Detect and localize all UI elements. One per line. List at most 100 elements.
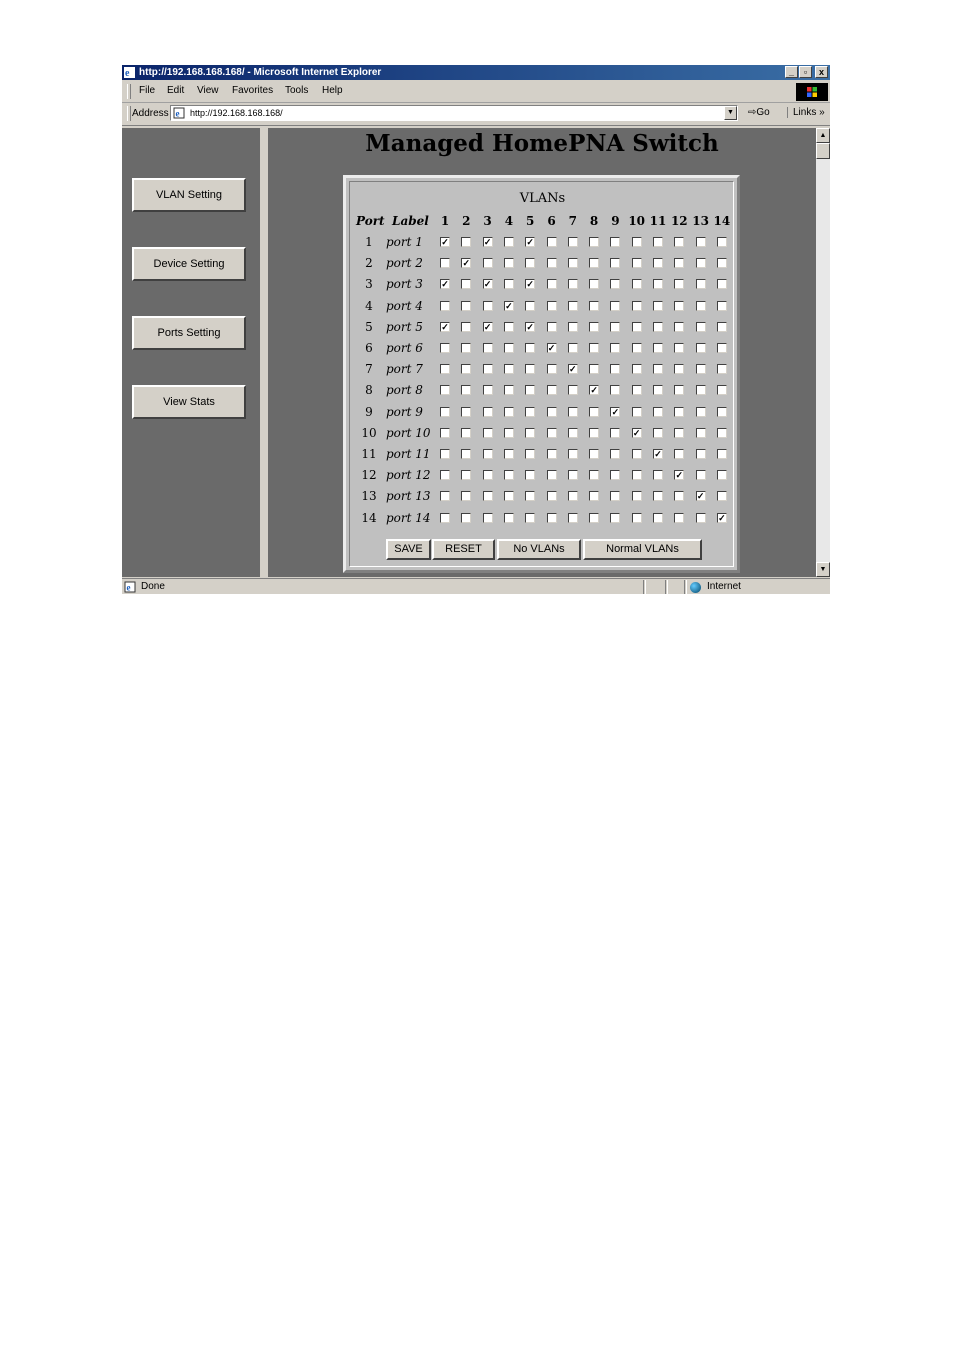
vlan-checkbox[interactable] <box>525 343 536 353</box>
vlan-checkbox[interactable] <box>567 385 578 396</box>
vlan-checkbox[interactable] <box>461 406 472 417</box>
vlan-checkbox[interactable] <box>716 406 727 417</box>
vlan-checkbox[interactable] <box>482 385 493 396</box>
vlan-checkbox[interactable] <box>610 427 621 438</box>
vlan-checkbox[interactable] <box>440 300 450 311</box>
vlan-checkbox[interactable] <box>567 512 578 523</box>
vlan-checkbox[interactable] <box>440 385 450 396</box>
vlan-checkbox[interactable] <box>695 258 706 269</box>
vlan-checkbox[interactable] <box>525 427 536 438</box>
vlan-checkbox[interactable] <box>631 449 642 459</box>
vlan-checkbox[interactable] <box>503 512 514 523</box>
vlan-checkbox[interactable] <box>674 300 685 311</box>
vlan-checkbox[interactable] <box>482 512 493 523</box>
links-button[interactable]: Links » <box>787 107 825 118</box>
vlan-checkbox[interactable] <box>653 343 663 353</box>
vlan-checkbox[interactable] <box>440 427 450 438</box>
vlan-checkbox[interactable] <box>482 406 493 417</box>
vlan-checkbox[interactable] <box>440 343 450 353</box>
vlan-checkbox[interactable] <box>674 427 685 438</box>
vlan-checkbox[interactable] <box>482 343 493 353</box>
vlan-checkbox[interactable] <box>631 279 642 290</box>
vlan-checkbox[interactable] <box>525 512 536 523</box>
vlan-checkbox[interactable] <box>546 512 557 523</box>
vlan-checkbox[interactable]: ✓ <box>461 258 472 269</box>
vlan-checkbox[interactable] <box>546 279 557 290</box>
vlan-checkbox[interactable] <box>631 491 642 502</box>
toolbar-grip[interactable] <box>127 106 131 121</box>
vlan-checkbox[interactable]: ✓ <box>525 321 536 332</box>
scroll-down-icon[interactable]: ▼ <box>816 562 830 577</box>
vlan-checkbox[interactable] <box>440 512 450 523</box>
vlan-checkbox[interactable] <box>546 406 557 417</box>
vlan-checkbox[interactable] <box>631 300 642 311</box>
vlan-checkbox[interactable] <box>610 364 621 375</box>
vlan-checkbox[interactable] <box>653 427 663 438</box>
address-dropdown-arrow-icon[interactable]: ▼ <box>724 106 737 120</box>
vlan-checkbox[interactable] <box>610 321 621 332</box>
vlan-checkbox[interactable] <box>589 406 600 417</box>
vlan-checkbox[interactable] <box>631 512 642 523</box>
vlan-checkbox[interactable] <box>653 321 663 332</box>
vlan-checkbox[interactable] <box>631 343 642 353</box>
vlan-checkbox[interactable] <box>567 449 578 459</box>
vlan-checkbox[interactable] <box>461 427 472 438</box>
vlan-checkbox[interactable] <box>610 279 621 290</box>
vlan-checkbox[interactable] <box>716 258 727 269</box>
save-button[interactable]: SAVE <box>386 539 431 560</box>
close-button[interactable]: x <box>815 66 828 78</box>
vlan-checkbox[interactable] <box>589 258 600 269</box>
vlan-checkbox[interactable] <box>503 343 514 353</box>
vlan-checkbox[interactable] <box>674 512 685 523</box>
vlan-checkbox[interactable] <box>440 406 450 417</box>
vlan-checkbox[interactable] <box>589 237 600 247</box>
vlan-checkbox[interactable] <box>716 279 727 290</box>
vlan-checkbox[interactable] <box>716 449 727 459</box>
vlan-checkbox[interactable] <box>461 279 472 290</box>
vlan-checkbox[interactable] <box>440 491 450 502</box>
vlan-checkbox[interactable] <box>525 470 536 481</box>
vlan-checkbox[interactable] <box>716 385 727 396</box>
vlan-checkbox[interactable] <box>503 385 514 396</box>
vlan-checkbox[interactable] <box>546 237 557 247</box>
vlan-checkbox[interactable] <box>546 427 557 438</box>
vlan-checkbox[interactable] <box>567 237 578 247</box>
vlan-checkbox[interactable]: ✓ <box>610 406 621 417</box>
vlan-checkbox[interactable] <box>546 258 557 269</box>
vlan-checkbox[interactable] <box>631 470 642 481</box>
vlan-checkbox[interactable] <box>567 300 578 311</box>
vlan-checkbox[interactable]: ✓ <box>653 449 663 459</box>
vlan-checkbox[interactable] <box>695 343 706 353</box>
vlan-checkbox[interactable] <box>461 449 472 459</box>
ports-setting-button[interactable]: Ports Setting <box>132 316 246 350</box>
vlan-checkbox[interactable]: ✓ <box>525 237 536 247</box>
vlan-checkbox[interactable] <box>567 470 578 481</box>
vlan-checkbox[interactable] <box>546 491 557 502</box>
vlan-checkbox[interactable] <box>653 364 663 375</box>
vlan-checkbox[interactable] <box>589 321 600 332</box>
vlan-checkbox[interactable] <box>674 449 685 459</box>
vlan-setting-button[interactable]: VLAN Setting <box>132 178 246 212</box>
vlan-checkbox[interactable] <box>525 406 536 417</box>
vlan-checkbox[interactable] <box>440 364 450 375</box>
vlan-checkbox[interactable] <box>589 512 600 523</box>
vlan-checkbox[interactable] <box>482 258 493 269</box>
vlan-checkbox[interactable] <box>440 449 450 459</box>
view-stats-button[interactable]: View Stats <box>132 385 246 419</box>
vlan-checkbox[interactable] <box>716 364 727 375</box>
vlan-checkbox[interactable] <box>610 343 621 353</box>
vlan-checkbox[interactable] <box>482 300 493 311</box>
vlan-checkbox[interactable] <box>610 449 621 459</box>
vertical-scrollbar[interactable]: ▲ ▼ <box>816 128 830 577</box>
vlan-checkbox[interactable] <box>653 237 663 247</box>
menu-edit[interactable]: Edit <box>167 85 184 96</box>
vlan-checkbox[interactable] <box>589 470 600 481</box>
vlan-checkbox[interactable] <box>653 279 663 290</box>
vlan-checkbox[interactable] <box>695 406 706 417</box>
vlan-checkbox[interactable] <box>674 406 685 417</box>
vlan-checkbox[interactable] <box>482 470 493 481</box>
device-setting-button[interactable]: Device Setting <box>132 247 246 281</box>
vlan-checkbox[interactable] <box>461 385 472 396</box>
vlan-checkbox[interactable] <box>695 512 706 523</box>
vlan-checkbox[interactable] <box>674 385 685 396</box>
